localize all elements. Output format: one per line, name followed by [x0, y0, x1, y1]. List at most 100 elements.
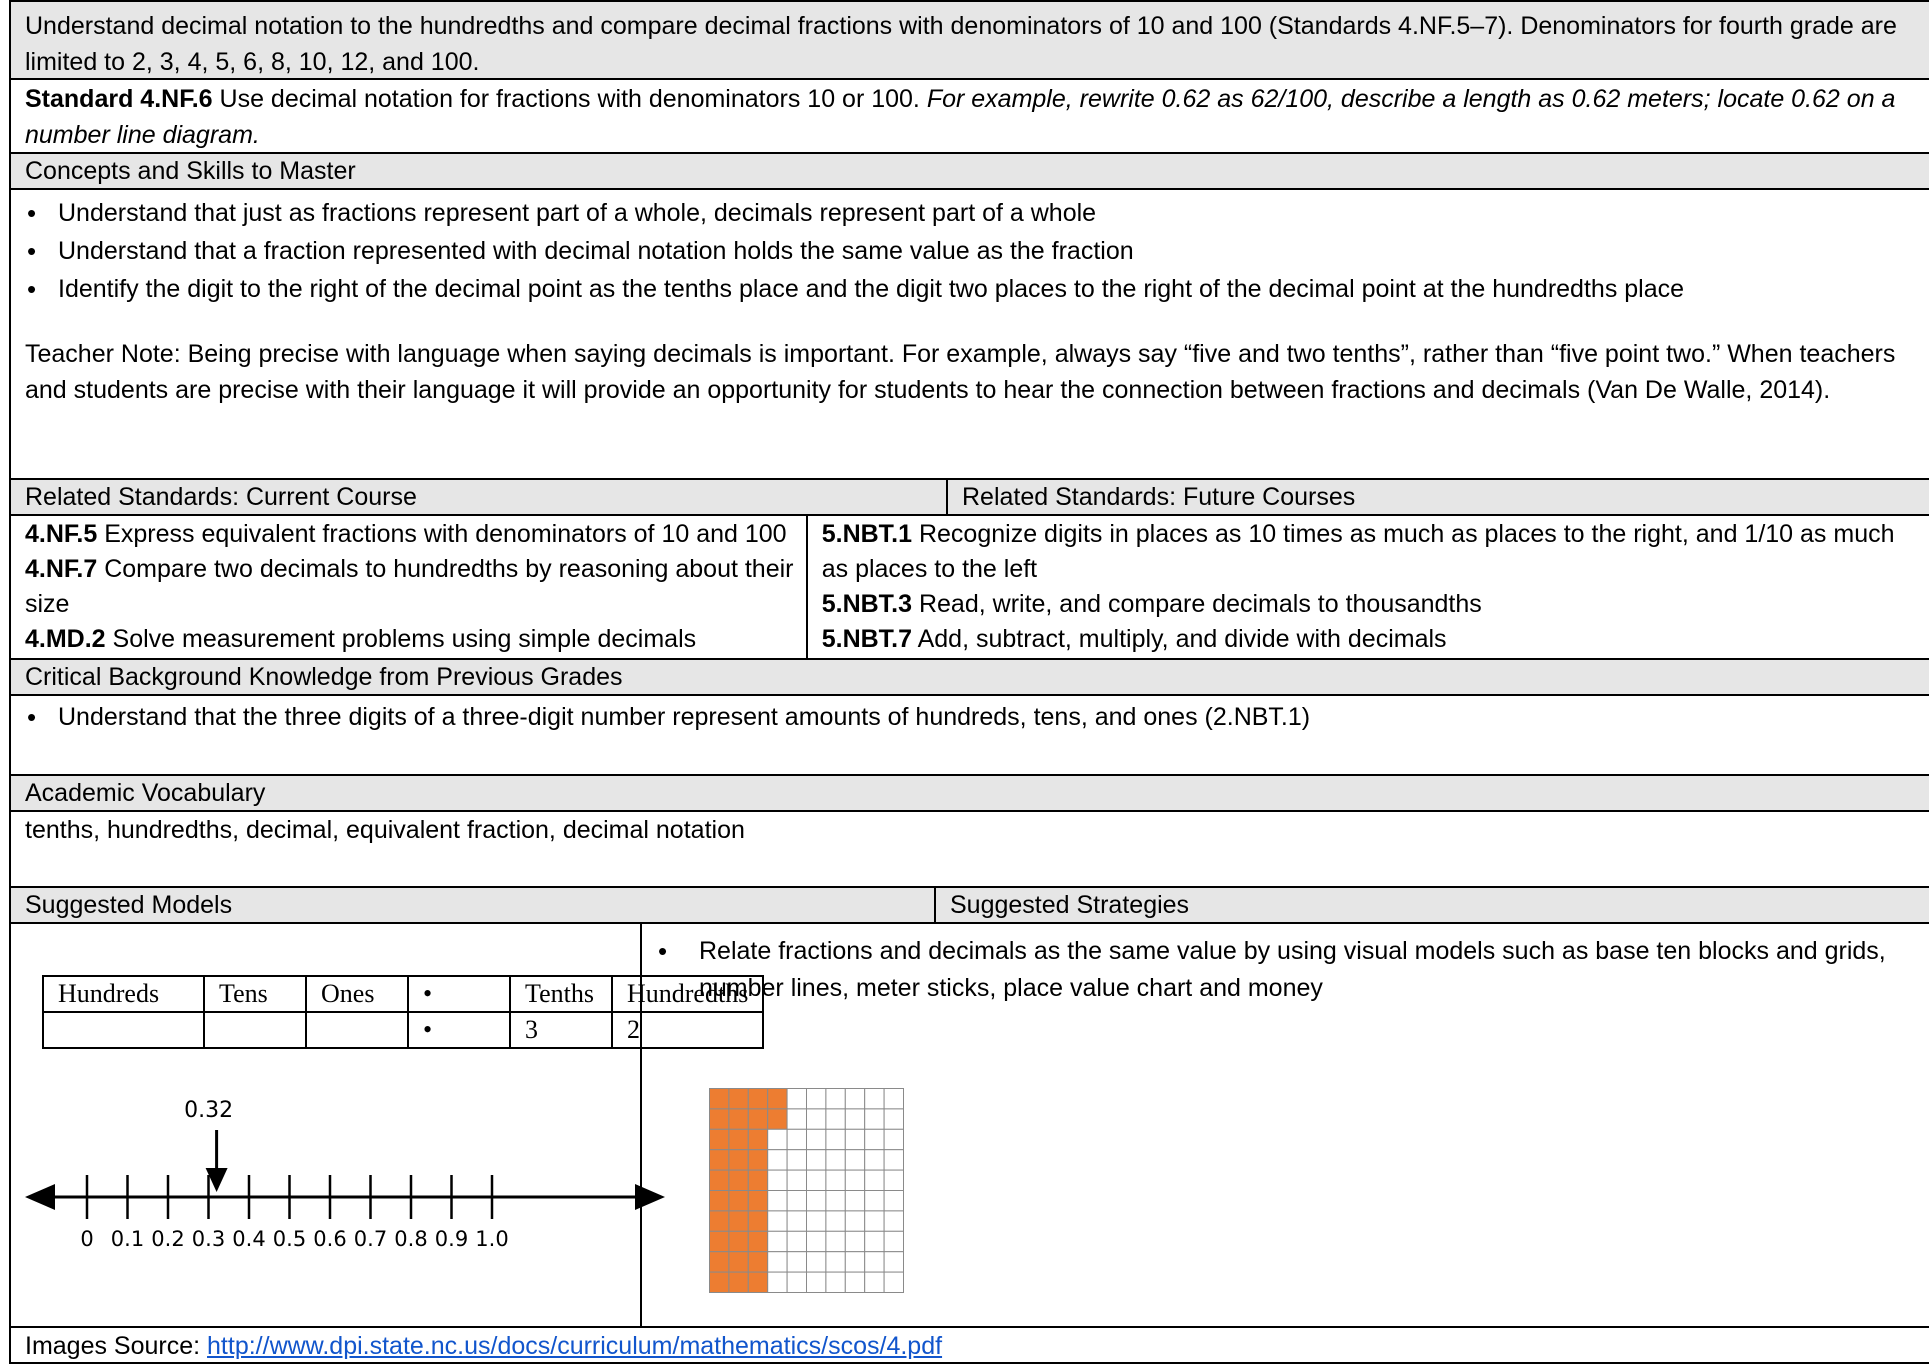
table-cell: Tens: [203, 975, 307, 1013]
grid-cell-shaded: [747, 1251, 769, 1273]
grid-cell: [864, 1210, 885, 1232]
tick-label: 0: [80, 1227, 93, 1250]
standard-code: 4.NF.7: [25, 555, 98, 583]
tick-label: 1.0: [475, 1227, 508, 1250]
grid-cell: [844, 1128, 866, 1151]
list-item: Relate fractions and decimals as the sam…: [642, 933, 1915, 1007]
table-cell: Hundredths: [610, 975, 765, 1013]
standard-description: Compare two decimals to hundredths by re…: [25, 555, 794, 618]
grid-cell: [806, 1251, 827, 1273]
grid-cell-shaded: [747, 1088, 769, 1110]
grid-cell-shaded: [709, 1088, 730, 1110]
grid-cell: [883, 1088, 905, 1110]
grid-cell-shaded: [728, 1088, 749, 1110]
grid-cell: [844, 1088, 866, 1110]
tick-label: 0.3: [192, 1227, 225, 1250]
grid-cell-shaded: [709, 1149, 730, 1171]
grid-cell-shaded: [709, 1169, 730, 1191]
grid-cell: [767, 1169, 788, 1191]
grid-cell: [825, 1230, 846, 1253]
grid-cell-shaded: [747, 1149, 769, 1171]
models-header: Suggested Models Suggested Strategies: [9, 888, 1929, 924]
related-header: Related Standards: Current Course Relate…: [9, 480, 1929, 516]
grid-cell: [864, 1108, 885, 1130]
standard-code: Standard 4.NF.6: [25, 85, 213, 113]
standard-code: 5.NBT.7: [821, 625, 913, 653]
source-label: Images Source:: [25, 1332, 208, 1360]
concepts-heading: Concepts and Skills to Master: [25, 157, 356, 185]
grid-cell-shaded: [747, 1190, 769, 1212]
standard-row: Standard 4.NF.6 Use decimal notation for…: [9, 80, 1929, 154]
list-item: 4.NF.7 Compare two decimals to hundredth…: [25, 552, 794, 622]
grid-cell-shaded: [747, 1169, 769, 1191]
grid-cell-shaded: [709, 1210, 730, 1232]
table-row: • 3 2: [42, 1011, 765, 1049]
grid-cell: [864, 1251, 885, 1273]
grid-cell-shaded: [728, 1149, 749, 1171]
vocab-body: tenths, hundredths, decimal, equivalent …: [9, 812, 1929, 888]
grid-cell: [883, 1230, 905, 1253]
table-cell: •: [407, 975, 511, 1013]
list-item: 5.NBT.7 Add, subtract, multiply, and div…: [822, 622, 1917, 657]
grid-cell: [767, 1251, 788, 1273]
grid-cell: [806, 1210, 827, 1232]
grid-cell: [825, 1251, 846, 1273]
grid-cell-shaded: [728, 1271, 749, 1294]
standard-code: 4.MD.2: [25, 625, 106, 653]
hundredths-grid: [709, 1088, 905, 1294]
tick-label: 0.2: [151, 1227, 184, 1250]
grid-cell: [786, 1088, 807, 1110]
grid-cell: [786, 1149, 807, 1171]
grid-cell: [825, 1169, 846, 1191]
tick-label: 0.9: [435, 1227, 468, 1250]
grid-cell: [844, 1271, 866, 1294]
vocab-header: Academic Vocabulary: [9, 776, 1929, 812]
grid-cell: [844, 1169, 866, 1191]
grid-cell: [786, 1251, 807, 1273]
table-cell: •: [407, 1011, 511, 1049]
grid-cell-shaded: [747, 1210, 769, 1232]
grid-cell-shaded: [728, 1210, 749, 1232]
document-page: Understand decimal notation to the hundr…: [0, 0, 1929, 1364]
related-body: 4.NF.5 Express equivalent fractions with…: [9, 516, 1929, 660]
pointer-label: 0.32: [184, 1098, 233, 1123]
strategies-heading: Suggested Strategies: [950, 891, 1190, 919]
source-link[interactable]: http://www.dpi.state.nc.us/docs/curricul…: [207, 1332, 942, 1360]
grid-cell: [825, 1149, 846, 1171]
concepts-header: Concepts and Skills to Master: [9, 154, 1929, 190]
tick-label: 0.7: [354, 1227, 387, 1250]
tick-label: 0.8: [394, 1227, 427, 1250]
standard-description: Express equivalent fractions with denomi…: [97, 520, 787, 548]
standard-description: Add, subtract, multiply, and divide with…: [912, 625, 1447, 653]
grid-cell: [883, 1108, 905, 1130]
place-value-chart: Hundreds Tens Ones • Tenths Hundredths •…: [42, 975, 765, 1049]
table-row: Hundreds Tens Ones • Tenths Hundredths: [42, 975, 765, 1013]
grid-cell: [806, 1271, 827, 1294]
grid-cell: [767, 1149, 788, 1171]
grid-cell-shaded: [709, 1128, 730, 1151]
grid-cell: [786, 1230, 807, 1253]
grid-cell: [883, 1271, 905, 1294]
grid-cell: [883, 1190, 905, 1212]
grid-cell: [864, 1169, 885, 1191]
grid-cell: [806, 1108, 827, 1130]
grid-cell: [864, 1271, 885, 1294]
grid-cell: [825, 1190, 846, 1212]
grid-cell: [844, 1149, 866, 1171]
grid-cell: [806, 1128, 827, 1151]
grid-cell: [806, 1190, 827, 1212]
table-cell: 2: [610, 1011, 765, 1049]
grid-cell: [806, 1088, 827, 1110]
standard-description: Recognize digits in places as 10 times a…: [821, 520, 1895, 583]
standard-description: Solve measurement problems using simple …: [105, 625, 697, 653]
grid-cell: [825, 1128, 846, 1151]
grid-cell: [825, 1088, 846, 1110]
grid-cell-shaded: [709, 1251, 730, 1273]
grid-cell: [767, 1128, 788, 1151]
table-cell: [305, 1011, 409, 1049]
related-future-heading: Related Standards: Future Courses: [962, 483, 1356, 511]
grid-cell-shaded: [728, 1169, 749, 1191]
grid-cell-shaded: [747, 1230, 769, 1253]
grid-cell: [844, 1210, 866, 1232]
grid-cell: [864, 1088, 885, 1110]
